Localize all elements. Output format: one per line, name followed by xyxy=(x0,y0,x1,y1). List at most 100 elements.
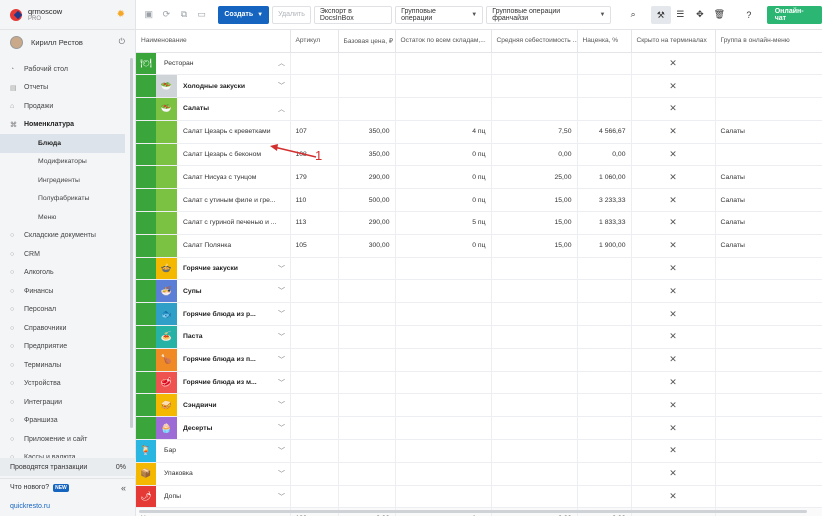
delete-button[interactable]: Удалить xyxy=(272,5,311,24)
cost-cell[interactable]: 15,00 xyxy=(491,234,578,258)
online-group-cell[interactable] xyxy=(715,393,822,418)
user-row[interactable]: Кирилл Рестов ⏻ xyxy=(0,30,135,54)
list-view-icon[interactable]: ☰ xyxy=(671,9,691,20)
online-group-cell[interactable]: Салаты xyxy=(715,211,822,235)
chevron-down-icon[interactable]: ﹀ xyxy=(274,264,290,274)
create-button[interactable]: Создать ▼ xyxy=(218,5,270,24)
column-header[interactable]: Наценка, % xyxy=(577,30,632,53)
category-row[interactable]: 🥗 Холодные закуски ﹀ ✕ xyxy=(136,74,822,99)
hidden-on-terminals-cell[interactable]: ✕ xyxy=(631,348,716,372)
save-icon[interactable]: ▣ xyxy=(140,9,158,20)
price-cell[interactable]: 290,00 xyxy=(338,211,396,235)
stock-cell[interactable] xyxy=(395,462,492,486)
stock-cell[interactable] xyxy=(395,325,492,349)
price-cell[interactable] xyxy=(338,485,396,509)
column-header[interactable]: Остаток по всем складам,... xyxy=(395,30,492,53)
name-cell[interactable]: 🍽 Ресторан ︿ xyxy=(136,52,291,76)
category-row[interactable]: 🥪 Сэндвичи ﹀ ✕ xyxy=(136,393,822,418)
hidden-on-terminals-cell[interactable]: ✕ xyxy=(631,485,716,509)
category-row[interactable]: 📦 Упаковка ﹀ ✕ xyxy=(136,462,822,486)
table-row[interactable]: Салат с утиным филе и гре... 110 500,00 0 п… xyxy=(136,188,822,213)
move-icon[interactable]: ✥ xyxy=(690,9,710,20)
article-cell[interactable]: 105 xyxy=(290,234,339,258)
article-cell[interactable] xyxy=(290,462,339,486)
markup-cell[interactable] xyxy=(577,371,632,395)
stock-cell[interactable] xyxy=(395,279,492,304)
price-cell[interactable] xyxy=(338,279,396,304)
chevron-down-icon[interactable]: ﹀ xyxy=(274,400,290,410)
category-row[interactable]: 🍲 Горячие закуски ﹀ ✕ xyxy=(136,257,822,281)
online-group-cell[interactable] xyxy=(715,257,822,281)
category-row[interactable]: 🥗 Салаты ︿ ✕ xyxy=(136,97,822,121)
name-cell[interactable]: 🥪 Сэндвичи ﹀ xyxy=(136,393,291,418)
online-group-cell[interactable] xyxy=(715,52,822,76)
price-cell[interactable] xyxy=(338,371,396,395)
online-group-cell[interactable] xyxy=(715,143,822,167)
name-cell[interactable]: Салат Цезарь с креветками xyxy=(136,120,291,144)
cost-cell[interactable]: 0,00 xyxy=(491,143,578,167)
price-cell[interactable] xyxy=(338,393,396,418)
category-row[interactable]: 🥩 Горячие блюда из м... ﹀ ✕ xyxy=(136,371,822,395)
export-docsinbox-button[interactable]: Экспорт в DocsInBox xyxy=(313,5,393,24)
stock-cell[interactable] xyxy=(395,97,492,121)
cost-cell[interactable] xyxy=(491,257,578,281)
column-header[interactable]: Базовая цена, ₽ xyxy=(338,30,396,53)
category-row[interactable]: 🌶 Допы ﹀ ✕ xyxy=(136,485,822,509)
cost-cell[interactable]: 7,50 xyxy=(491,120,578,144)
category-row[interactable]: 🍝 Паста ﹀ ✕ xyxy=(136,325,822,349)
hidden-on-terminals-cell[interactable]: ✕ xyxy=(631,52,716,76)
stock-cell[interactable] xyxy=(395,302,492,327)
search-icon[interactable]: ⌕ xyxy=(623,9,643,20)
column-header[interactable]: Скрыто на терминалах xyxy=(631,30,716,53)
stock-cell[interactable] xyxy=(395,257,492,281)
sidebar-subitem-4[interactable]: Меню xyxy=(0,208,135,227)
markup-cell[interactable] xyxy=(577,257,632,281)
brand-header[interactable]: qrmoscow PRO ✹ xyxy=(0,0,135,30)
article-cell[interactable] xyxy=(290,371,339,395)
cost-cell[interactable] xyxy=(491,348,578,372)
stock-cell[interactable]: 4 пц xyxy=(395,120,492,144)
price-cell[interactable] xyxy=(338,439,396,463)
stock-cell[interactable] xyxy=(395,348,492,372)
cost-cell[interactable] xyxy=(491,371,578,395)
markup-cell[interactable]: 1 060,00 xyxy=(577,165,632,190)
price-cell[interactable]: 500,00 xyxy=(338,188,396,213)
stock-cell[interactable]: 0 пц xyxy=(395,188,492,213)
sidebar-item-section-4[interactable]: ○ Персонал xyxy=(0,301,135,320)
markup-cell[interactable]: 0,00 xyxy=(577,143,632,167)
markup-cell[interactable]: 1 833,33 xyxy=(577,211,632,235)
online-group-cell[interactable]: Салаты xyxy=(715,234,822,258)
sidebar-item-section-11[interactable]: ○ Приложение и сайт xyxy=(0,430,135,449)
price-cell[interactable] xyxy=(338,325,396,349)
online-group-cell[interactable] xyxy=(715,279,822,304)
stock-cell[interactable]: 0 пц xyxy=(395,165,492,190)
stock-cell[interactable]: 0 пц xyxy=(395,234,492,258)
markup-cell[interactable] xyxy=(577,393,632,418)
markup-cell[interactable] xyxy=(577,485,632,509)
chevron-down-icon[interactable]: ﹀ xyxy=(274,286,290,296)
hidden-on-terminals-cell[interactable]: ✕ xyxy=(631,371,716,395)
table-row[interactable]: Салат Цезарь с креветками 107 350,00 4 пц 7,… xyxy=(136,120,822,144)
chevron-down-icon[interactable]: ﹀ xyxy=(274,378,290,388)
name-cell[interactable]: 🍗 Горячие блюда из п... ﹀ xyxy=(136,348,291,372)
price-cell[interactable] xyxy=(338,302,396,327)
sidebar-item-section-7[interactable]: ○ Терминалы xyxy=(0,356,135,375)
collapse-sidebar-icon[interactable]: « xyxy=(121,483,126,493)
hidden-on-terminals-cell[interactable]: ✕ xyxy=(631,188,716,213)
stock-cell[interactable] xyxy=(395,371,492,395)
hidden-on-terminals-cell[interactable]: ✕ xyxy=(631,97,716,121)
article-cell[interactable] xyxy=(290,52,339,76)
name-cell[interactable]: 🥗 Холодные закуски ﹀ xyxy=(136,74,291,99)
article-cell[interactable] xyxy=(290,257,339,281)
group-ops-dropdown[interactable]: Групповые операции ▼ xyxy=(395,5,484,24)
theme-sun-icon[interactable]: ✹ xyxy=(117,9,125,20)
category-row[interactable]: 🐟 Горячие блюда из р... ﹀ ✕ xyxy=(136,302,822,327)
markup-cell[interactable] xyxy=(577,462,632,486)
article-cell[interactable]: 108 xyxy=(290,143,339,167)
article-cell[interactable] xyxy=(290,439,339,463)
chevron-down-icon[interactable]: ﹀ xyxy=(274,423,290,433)
article-cell[interactable] xyxy=(290,348,339,372)
markup-cell[interactable]: 3 233,33 xyxy=(577,188,632,213)
markup-cell[interactable] xyxy=(577,325,632,349)
horizontal-scrollbar[interactable] xyxy=(139,510,807,513)
